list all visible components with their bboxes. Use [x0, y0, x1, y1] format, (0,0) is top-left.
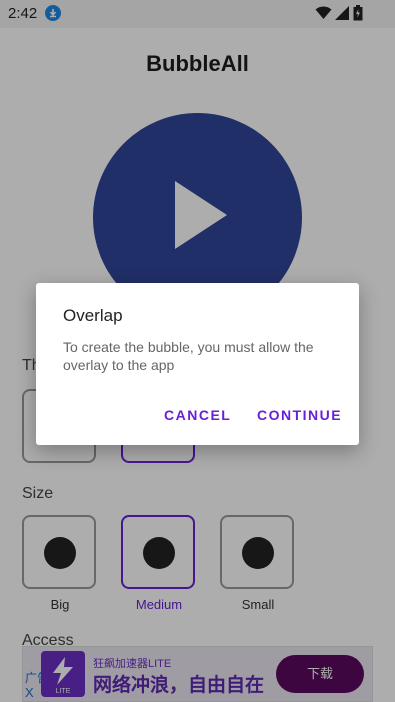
- cancel-button[interactable]: CANCEL: [164, 407, 231, 423]
- dialog-title: Overlap: [63, 306, 123, 325]
- dialog-message: To create the bubble, you must allow the…: [63, 339, 314, 373]
- continue-button[interactable]: CONTINUE: [257, 407, 342, 423]
- overlay-permission-dialog: Overlap To create the bubble, you must a…: [36, 283, 359, 445]
